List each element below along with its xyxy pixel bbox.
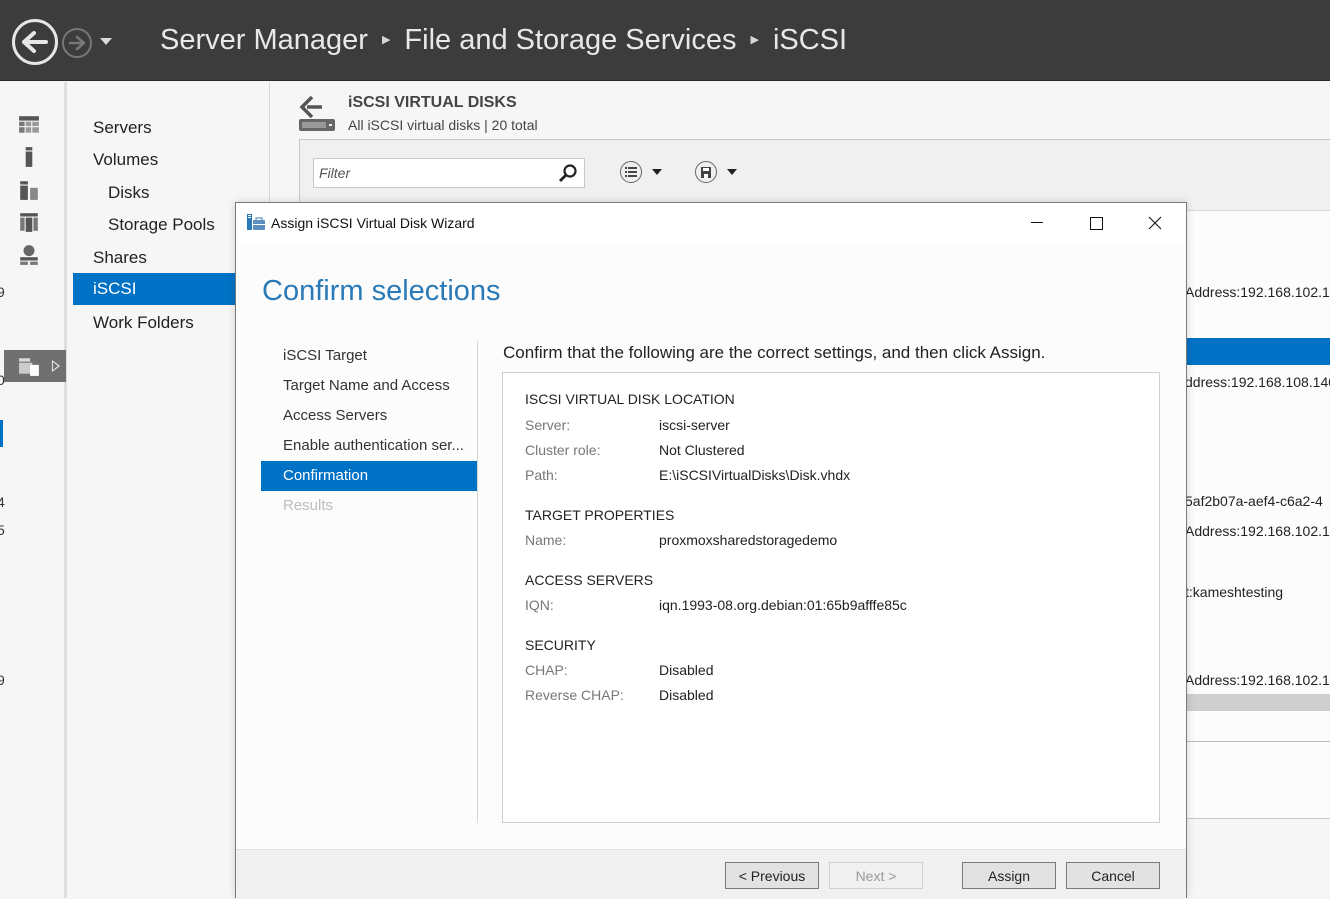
steps-divider: [477, 341, 478, 823]
wizard-titlebar: Assign iSCSI Virtual Disk Wizard: [236, 203, 1186, 242]
background-text-fragment: 5: [0, 522, 5, 538]
nav-item-shares[interactable]: Shares: [93, 248, 147, 268]
section-title-access-servers: ACCESS SERVERS: [525, 572, 654, 588]
view-options-button[interactable]: [620, 160, 662, 184]
tile-subtitle: All iSCSI virtual disks | 20 total: [348, 117, 538, 133]
breadcrumb-item-file-storage[interactable]: File and Storage Services: [404, 24, 736, 57]
icon-sidebar: 9 0 4 5 9: [0, 82, 67, 898]
background-list-item: t:kameshtesting: [1185, 584, 1284, 600]
maximize-button[interactable]: [1073, 208, 1119, 238]
section-title-location: ISCSI VIRTUAL DISK LOCATION: [525, 391, 735, 407]
step-results: Results: [283, 497, 334, 514]
server-group-icon[interactable]: [18, 211, 40, 233]
server-value: iscsi-server: [659, 417, 730, 433]
wizard-steps: iSCSI Target Target Name and Access Acce…: [261, 341, 477, 521]
save-query-button[interactable]: [695, 160, 737, 184]
breadcrumb-separator-icon: ▶: [750, 34, 759, 46]
arrow-left-icon: [22, 31, 48, 53]
background-list-item: Address:192.168.102.15: [1185, 523, 1330, 539]
background-list-item: ddress:192.168.108.140: [1185, 374, 1330, 390]
file-storage-icon[interactable]: [18, 355, 40, 377]
previous-button[interactable]: < Previous: [725, 862, 819, 889]
history-dropdown-icon[interactable]: [100, 38, 112, 45]
cluster-role-label: Cluster role:: [525, 442, 601, 458]
background-text-fragment: 4: [0, 494, 5, 510]
breadcrumb-item-server-manager[interactable]: Server Manager: [160, 24, 368, 57]
reverse-chap-label: Reverse CHAP:: [525, 687, 624, 703]
nav-item-volumes[interactable]: Volumes: [93, 150, 158, 170]
wizard-app-icon: [247, 214, 265, 230]
background-text-fragment: 9: [0, 284, 5, 300]
tile-toolbar: [300, 140, 1330, 211]
step-enable-authentication[interactable]: Enable authentication ser...: [261, 431, 477, 461]
iscsi-disk-icon: [299, 95, 335, 131]
arrow-right-icon: [68, 35, 86, 51]
filter-input[interactable]: [314, 159, 554, 187]
confirmation-summary: ISCSI VIRTUAL DISK LOCATION Server: iscs…: [502, 372, 1160, 823]
wizard-title: Assign iSCSI Virtual Disk Wizard: [271, 215, 475, 231]
nav-item-servers[interactable]: Servers: [93, 118, 152, 138]
step-confirmation[interactable]: Confirmation: [261, 461, 477, 491]
background-scroll-area: [1185, 694, 1330, 711]
background-list-item: 5af2b07a-aef4-c6a2-4: [1185, 493, 1323, 509]
step-access-servers[interactable]: Access Servers: [261, 401, 477, 431]
local-server-icon[interactable]: [18, 146, 40, 168]
remote-access-icon[interactable]: [18, 244, 40, 266]
nav-item-storage-pools[interactable]: Storage Pools: [108, 215, 215, 235]
background-selected-row: [1185, 338, 1330, 365]
close-button[interactable]: [1132, 208, 1178, 238]
section-title-security: SECURITY: [525, 637, 596, 653]
assign-button[interactable]: Assign: [962, 862, 1056, 889]
app-titlebar: Server Manager ▶ File and Storage Servic…: [0, 0, 1330, 81]
breadcrumb-separator-icon: ▶: [381, 34, 391, 46]
target-name-label: Name:: [525, 532, 567, 548]
search-icon[interactable]: [558, 163, 578, 183]
path-value: E:\iSCSIVirtualDisks\Disk.vhdx: [659, 467, 851, 483]
target-name-value: proxmoxsharedstoragedemo: [659, 532, 838, 548]
back-button[interactable]: [12, 19, 58, 65]
background-list-item: Address:192.168.102.19: [1185, 284, 1330, 300]
background-list-item: Address:192.168.102.19: [1185, 672, 1330, 688]
wizard-footer: < Previous Next > Assign Cancel: [236, 849, 1186, 899]
step-target-name-access[interactable]: Target Name and Access: [261, 371, 477, 401]
breadcrumb-item-iscsi[interactable]: iSCSI: [773, 24, 847, 57]
nav-item-work-folders[interactable]: Work Folders: [93, 313, 194, 333]
close-icon: [1148, 216, 1162, 230]
chevron-down-icon: [652, 169, 662, 175]
server-label: Server:: [525, 417, 571, 433]
list-view-icon: [620, 161, 642, 183]
chevron-down-icon: [727, 169, 737, 175]
confirm-instructions: Confirm that the following are the corre…: [503, 343, 1046, 362]
path-label: Path:: [525, 467, 558, 483]
step-iscsi-target[interactable]: iSCSI Target: [261, 341, 477, 371]
cluster-role-value: Not Clustered: [659, 442, 745, 458]
nav-item-disks[interactable]: Disks: [108, 183, 150, 203]
background-text-fragment: 9: [0, 672, 5, 688]
iqn-label: IQN:: [525, 597, 554, 613]
save-icon: [695, 161, 717, 183]
chap-label: CHAP:: [525, 662, 568, 678]
minimize-icon: [1031, 222, 1043, 223]
expand-arrow-icon[interactable]: [52, 360, 60, 372]
background-row-highlight: [0, 420, 3, 447]
forward-button[interactable]: [62, 28, 92, 58]
tile-title: iSCSI VIRTUAL DISKS: [348, 94, 517, 111]
filter-box: [313, 158, 585, 188]
minimize-button[interactable]: [1014, 208, 1060, 238]
section-title-target: TARGET PROPERTIES: [525, 507, 675, 523]
background-divider: [1185, 741, 1330, 742]
iqn-value: iqn.1993-08.org.debian:01:65b9afffe85c: [659, 597, 907, 613]
reverse-chap-value: Disabled: [659, 687, 714, 703]
assign-iscsi-virtual-disk-wizard: Assign iSCSI Virtual Disk Wizard Confirm…: [235, 202, 1187, 899]
next-button: Next >: [829, 862, 923, 889]
cancel-button[interactable]: Cancel: [1066, 862, 1160, 889]
all-servers-icon[interactable]: [18, 179, 40, 201]
wizard-heading: Confirm selections: [262, 275, 501, 307]
dashboard-grid-icon[interactable]: [18, 114, 40, 136]
breadcrumb: Server Manager ▶ File and Storage Servic…: [160, 24, 847, 57]
maximize-icon: [1089, 216, 1103, 230]
chap-value: Disabled: [659, 662, 714, 678]
